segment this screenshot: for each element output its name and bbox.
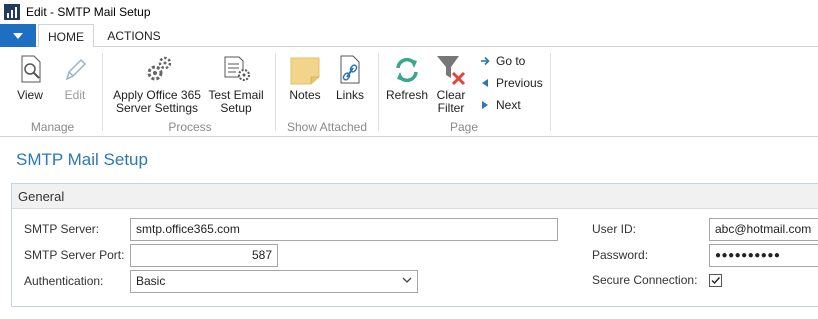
ribbon-separator xyxy=(550,53,551,131)
clear-line2: Filter xyxy=(437,101,465,115)
refresh-label: Refresh xyxy=(385,88,429,102)
edit-button[interactable]: Edit xyxy=(55,51,95,111)
window-title: Edit - SMTP Mail Setup xyxy=(26,5,151,19)
test-email-setup-button[interactable]: Test Email Setup xyxy=(206,51,266,119)
notes-label: Notes xyxy=(289,88,321,102)
password-label: Password: xyxy=(592,248,649,262)
password-input[interactable]: ●●●●●●●●●● xyxy=(709,244,818,267)
gears-icon xyxy=(147,56,172,81)
links-button[interactable]: Links xyxy=(330,51,370,111)
smtp-port-input[interactable]: 587 xyxy=(130,244,278,267)
edit-label: Edit xyxy=(64,88,86,102)
test-line2: Setup xyxy=(220,101,252,115)
clear-filter-button[interactable]: Clear Filter xyxy=(432,51,470,119)
goto-label: Go to xyxy=(496,54,526,68)
goto-button[interactable]: Go to xyxy=(480,54,525,68)
process-group-label: Process xyxy=(168,120,212,134)
user-id-input[interactable]: abc@hotmail.com xyxy=(709,218,818,241)
authentication-select[interactable]: Basic xyxy=(130,270,418,293)
ribbon-separator xyxy=(275,53,276,131)
apply-office365-button[interactable]: Apply Office 365 Server Settings xyxy=(110,51,204,119)
tab-home[interactable]: HOME xyxy=(38,24,94,48)
view-button[interactable]: View xyxy=(10,51,50,111)
secure-connection-checkbox[interactable] xyxy=(709,274,722,287)
authentication-label: Authentication: xyxy=(24,274,104,288)
general-header[interactable]: General xyxy=(12,184,818,209)
smtp-server-input[interactable]: smtp.office365.com xyxy=(130,218,558,241)
chevron-down-icon xyxy=(402,277,412,283)
next-button[interactable]: Next xyxy=(480,98,521,112)
secure-connection-label: Secure Connection: xyxy=(592,273,698,287)
pencil-icon xyxy=(65,58,87,81)
app-menu-button[interactable] xyxy=(0,24,36,47)
next-label: Next xyxy=(496,98,521,112)
previous-label: Previous xyxy=(496,76,543,90)
next-arrow-icon xyxy=(482,101,488,109)
document-settings-icon xyxy=(224,56,250,81)
page-group-label: Page xyxy=(449,120,479,134)
smtp-server-label: SMTP Server: xyxy=(24,222,100,236)
ribbon-separator xyxy=(102,53,103,131)
goto-arrow-icon xyxy=(481,56,490,66)
smtp-port-label: SMTP Server Port: xyxy=(24,248,125,262)
view-icon xyxy=(21,55,41,83)
link-document-icon xyxy=(340,55,360,84)
page-title: SMTP Mail Setup xyxy=(16,150,148,169)
clear-filter-icon xyxy=(437,56,466,86)
authentication-value: Basic xyxy=(136,274,166,288)
ribbon: View Edit Manage Apply Office 365 Server… xyxy=(0,47,818,137)
apply-line2: Server Settings xyxy=(115,101,199,115)
show-attached-group-label: Show Attached xyxy=(286,120,368,134)
previous-arrow-icon xyxy=(482,79,488,87)
manage-group-label: Manage xyxy=(30,120,75,134)
note-icon xyxy=(290,57,320,85)
notes-button[interactable]: Notes xyxy=(284,51,326,111)
refresh-icon xyxy=(396,57,418,83)
tab-actions[interactable]: ACTIONS xyxy=(100,24,168,48)
checkmark-icon xyxy=(711,277,721,285)
ribbon-tabs: HOME ACTIONS xyxy=(0,24,818,48)
user-id-label: User ID: xyxy=(592,222,637,236)
previous-button[interactable]: Previous xyxy=(480,76,543,90)
chevron-down-icon xyxy=(13,32,23,39)
refresh-button[interactable]: Refresh xyxy=(384,51,430,111)
view-label: View xyxy=(17,88,43,102)
links-label: Links xyxy=(335,88,364,102)
ribbon-separator xyxy=(378,53,379,131)
app-logo-icon xyxy=(4,4,20,20)
title-bar: Edit - SMTP Mail Setup xyxy=(0,0,818,24)
